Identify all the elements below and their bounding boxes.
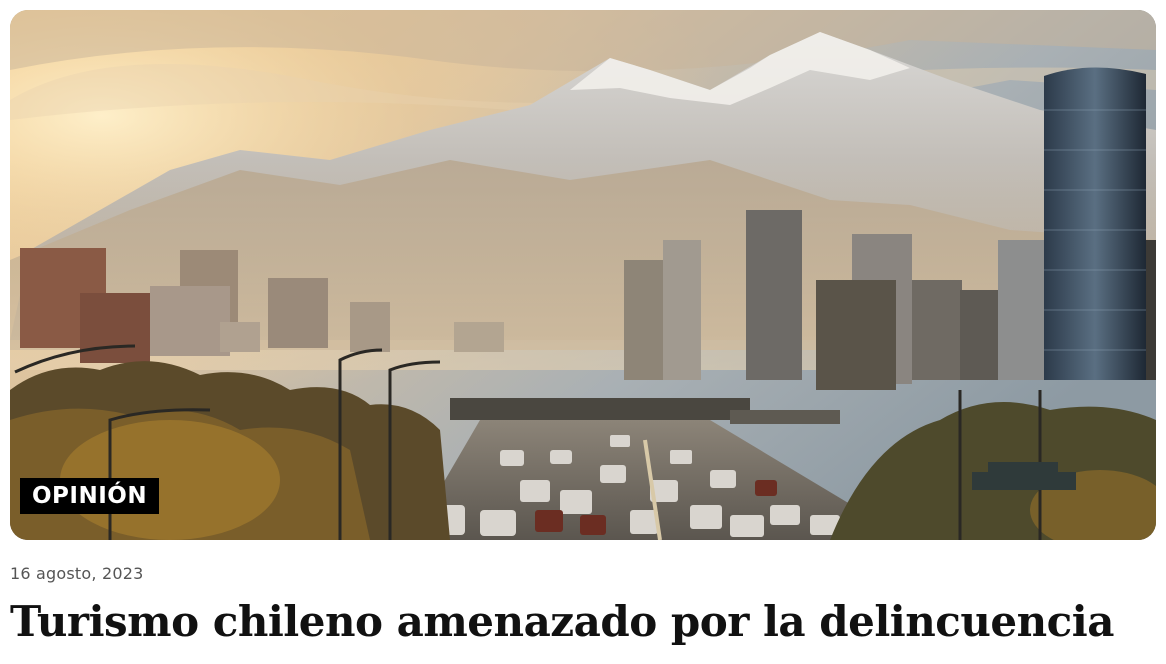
article-hero-image[interactable]: OPINIÓN [10, 10, 1156, 540]
article-card: OPINIÓN 16 agosto, 2023 Turismo chileno … [0, 0, 1166, 664]
city-skyline-illustration [10, 10, 1156, 540]
publish-date: 16 agosto, 2023 [10, 564, 144, 583]
article-title[interactable]: Turismo chileno amenazado por la delincu… [10, 592, 1114, 652]
category-badge[interactable]: OPINIÓN [20, 478, 160, 514]
